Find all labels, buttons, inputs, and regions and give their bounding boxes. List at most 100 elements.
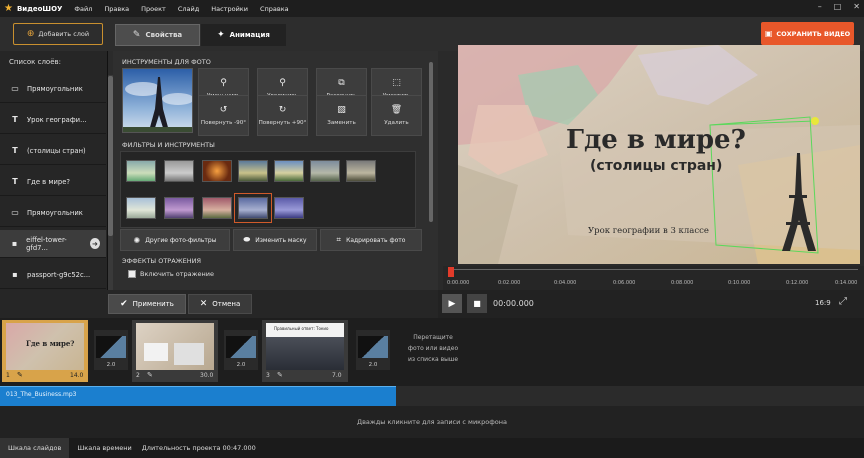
menu-project[interactable]: Проект: [141, 5, 166, 13]
menu-help[interactable]: Справка: [260, 5, 289, 13]
menu-settings[interactable]: Настройки: [211, 5, 248, 13]
slide-thumb-selected[interactable]: Где в мире? 1 ✎ 14.0: [2, 320, 88, 382]
menu-file[interactable]: Файл: [74, 5, 92, 13]
filter-thumb[interactable]: [126, 160, 156, 182]
filter-thumb[interactable]: [126, 197, 156, 219]
zoom-out-icon: ⚲: [220, 78, 227, 88]
tab-time-label: Шкала времени: [77, 444, 132, 452]
layer-item-selected[interactable]: ▪ eiffel-tower-gfd7... ➜: [0, 230, 106, 258]
filter-thumb[interactable]: [346, 160, 376, 182]
save-video-label: СОХРАНИТЬ ВИДЕО: [776, 29, 851, 38]
transition-thumb[interactable]: 2.0: [224, 330, 258, 370]
maximize-icon[interactable]: □: [834, 2, 842, 11]
minimize-icon[interactable]: –: [818, 2, 822, 11]
filter-thumb[interactable]: [274, 160, 304, 182]
edit-icon[interactable]: ✎: [147, 371, 153, 379]
filter-thumb[interactable]: [310, 160, 340, 182]
layer-item[interactable]: T Где в мире?: [0, 168, 106, 196]
ruler-label: 0:04.000: [554, 280, 577, 286]
layer-item[interactable]: ▭ Прямоугольник: [0, 75, 106, 103]
mic-record-area[interactable]: Дважды кликните для записи с микрофона: [0, 406, 864, 438]
window-controls: – □ ✕: [818, 2, 860, 11]
cancel-button[interactable]: ✕ Отмена: [188, 294, 252, 314]
tab-time-timeline[interactable]: Шкала времени: [69, 438, 139, 458]
layer-label: Урок географи...: [27, 115, 87, 124]
edit-icon[interactable]: ✎: [277, 371, 283, 379]
filter-thumb[interactable]: [164, 160, 194, 182]
audio-track[interactable]: 013_The_Business.mp3: [0, 386, 396, 406]
layer-item[interactable]: ▭ Прямоугольник: [0, 199, 106, 227]
slide-thumb[interactable]: Правильный ответ: Токио 3 ✎ 7.0: [262, 320, 348, 382]
ruler-label: 0:08.000: [671, 280, 694, 286]
tab-animation[interactable]: ✦ Анимация: [201, 24, 286, 46]
rotate-right-button[interactable]: ↻ Повернуть +90°: [257, 95, 308, 136]
apply-label: Применить: [132, 300, 174, 308]
text-icon: T: [12, 177, 18, 186]
play-icon: ▶: [448, 298, 456, 309]
slide-photo: [144, 343, 168, 361]
filter-thumb[interactable]: [238, 160, 268, 182]
layer-label: Прямоугольник: [27, 208, 83, 217]
filter-thumb[interactable]: [164, 197, 194, 219]
reflection-checkbox[interactable]: [128, 270, 136, 278]
stretch-icon: ⧉: [338, 78, 345, 88]
menu-bar: ★ ВидеоШОУ Файл Правка Проект Слайд Наст…: [0, 0, 864, 17]
layer-item[interactable]: T (столицы стран): [0, 137, 106, 165]
rect-icon: ▭: [11, 208, 19, 217]
logo-star-icon: ★: [4, 3, 13, 14]
arrow-right-icon[interactable]: ➜: [89, 238, 100, 249]
bottom-bar: Шкала слайдов Шкала времени Длительность…: [0, 438, 864, 458]
slide-thumb[interactable]: 2 ✎ 30.0: [132, 320, 218, 382]
rotate-left-button[interactable]: ↺ Повернуть -90°: [198, 95, 249, 136]
edit-icon[interactable]: ✎: [17, 371, 23, 379]
add-layer-button[interactable]: ⊕ Добавить слой: [13, 23, 103, 45]
transition-thumb[interactable]: 2.0: [94, 330, 128, 370]
ruler-track: [449, 269, 858, 273]
preview-subtitle: (столицы стран): [590, 158, 723, 174]
reflection-checkbox-row[interactable]: Включить отражение: [128, 270, 214, 278]
layers-title: Список слоёв:: [9, 58, 61, 66]
play-button[interactable]: ▶: [442, 294, 462, 313]
ruler-label: 0:02.000: [498, 280, 521, 286]
cancel-label: Отмена: [212, 300, 241, 308]
tab-properties[interactable]: ✎ Свойства: [115, 24, 200, 46]
check-icon: ✔: [120, 299, 128, 309]
drop-hint[interactable]: Перетащите фото или видео из списка выше: [398, 332, 468, 365]
filter-thumb-selected[interactable]: [234, 193, 272, 223]
preview-canvas[interactable]: Где в мире? (столицы стран) Урок географ…: [458, 45, 860, 264]
filter-thumb[interactable]: [274, 197, 304, 219]
tab-slides-timeline[interactable]: Шкала слайдов: [0, 438, 70, 458]
transition-thumb[interactable]: 2.0: [356, 330, 390, 370]
aspect-ratio[interactable]: 16:9: [815, 299, 831, 307]
replace-label: Заменить: [327, 120, 356, 126]
change-mask-button[interactable]: ⬬ Изменить маску: [233, 229, 317, 251]
player-time: 00:00.000: [493, 299, 534, 308]
layer-item[interactable]: ▪ passport-g9c52c...: [0, 261, 106, 289]
menu-slide[interactable]: Слайд: [178, 5, 199, 13]
save-video-button[interactable]: ▣ СОХРАНИТЬ ВИДЕО: [761, 22, 854, 45]
layer-item[interactable]: T Урок географи...: [0, 106, 106, 134]
transition-preview: [358, 336, 388, 358]
add-layer-icon: ⊕: [26, 29, 35, 39]
timeline-ruler[interactable]: 0:00.000 0:02.000 0:04.000 0:06.000 0:08…: [443, 266, 864, 290]
reflection-label: Включить отражение: [140, 270, 214, 278]
fullscreen-icon[interactable]: ⤢: [839, 296, 847, 307]
crop-photo-button[interactable]: ⌗ Кадрировать фото: [320, 229, 422, 251]
apply-button[interactable]: ✔ Применить: [108, 294, 186, 314]
delete-button[interactable]: 🗑 Удалить: [371, 95, 422, 136]
slide-preview: [136, 323, 214, 370]
layer-label: Где в мире?: [27, 177, 71, 186]
filter-thumb[interactable]: [202, 160, 232, 182]
other-filters-button[interactable]: ✺ Другие фото-фильтры: [120, 229, 230, 251]
stop-button[interactable]: ■: [467, 294, 487, 313]
playhead-marker[interactable]: [448, 267, 454, 277]
filter-thumb[interactable]: [202, 197, 232, 219]
photo-thumbnail: [122, 68, 193, 133]
replace-button[interactable]: ▧ Заменить: [316, 95, 367, 136]
sparkle-icon: ✺: [133, 235, 141, 245]
add-layer-label: Добавить слой: [38, 30, 90, 38]
slide-number: 3: [266, 372, 270, 379]
close-icon[interactable]: ✕: [853, 2, 860, 11]
properties-scrollbar[interactable]: [429, 62, 433, 222]
menu-edit[interactable]: Правка: [104, 5, 129, 13]
